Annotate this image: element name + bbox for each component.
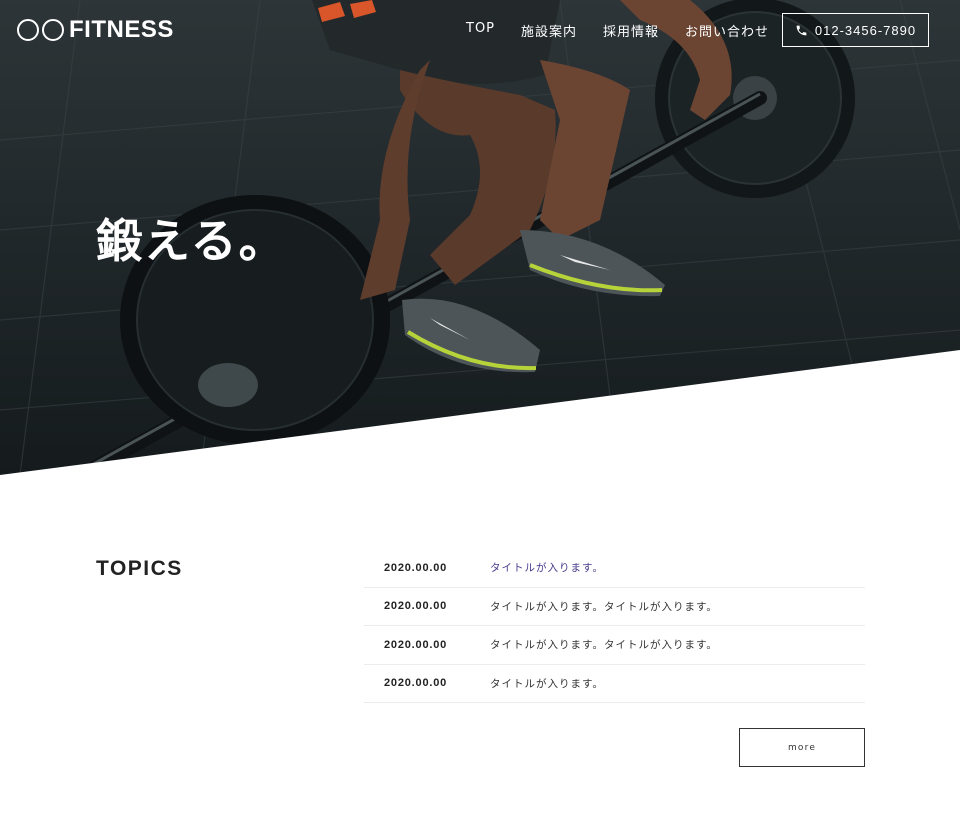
logo-text: FITNESS [69,16,174,43]
topics-date: 2020.00.00 [384,561,448,574]
topics-date: 2020.00.00 [384,677,448,690]
topics-title: タイトルが入ります。タイトルが入ります。 [490,600,718,613]
topics-heading: TOPICS [96,557,183,580]
nav-item-recruit[interactable]: 採用情報 [603,21,659,40]
more-button[interactable]: more [739,728,865,767]
topics-item[interactable]: 2020.00.00 タイトルが入ります。タイトルが入ります。 [364,626,865,665]
topics-date: 2020.00.00 [384,638,448,651]
topics-date: 2020.00.00 [384,600,448,613]
phone-button[interactable]: 012-3456-7890 [782,13,929,47]
hero-headline: 鍛える。 [96,214,287,268]
topics-item[interactable]: 2020.00.00 タイトルが入ります。 [364,549,865,588]
phone-icon [796,25,807,35]
nav-item-top[interactable]: TOP [466,21,495,40]
topics-list: 2020.00.00 タイトルが入ります。 2020.00.00 タイトルが入り… [364,549,865,703]
nav-item-contact[interactable]: お問い合わせ [685,21,769,40]
topics-item[interactable]: 2020.00.00 タイトルが入ります。 [364,665,865,703]
nav-item-facilities[interactable]: 施設案内 [521,21,577,40]
global-nav: TOP 施設案内 採用情報 お問い合わせ [466,21,795,40]
topics-title: タイトルが入ります。 [490,677,604,690]
logo-circles [17,19,67,41]
topics-title: タイトルが入ります。 [490,562,604,575]
topics-title: タイトルが入ります。タイトルが入ります。 [490,639,718,652]
site-logo[interactable]: FITNESS [17,16,174,44]
hero-section: FITNESS TOP 施設案内 採用情報 お問い合わせ 012-3456-78… [0,0,960,475]
topics-item[interactable]: 2020.00.00 タイトルが入ります。タイトルが入ります。 [364,588,865,626]
phone-number: 012-3456-7890 [814,22,917,38]
